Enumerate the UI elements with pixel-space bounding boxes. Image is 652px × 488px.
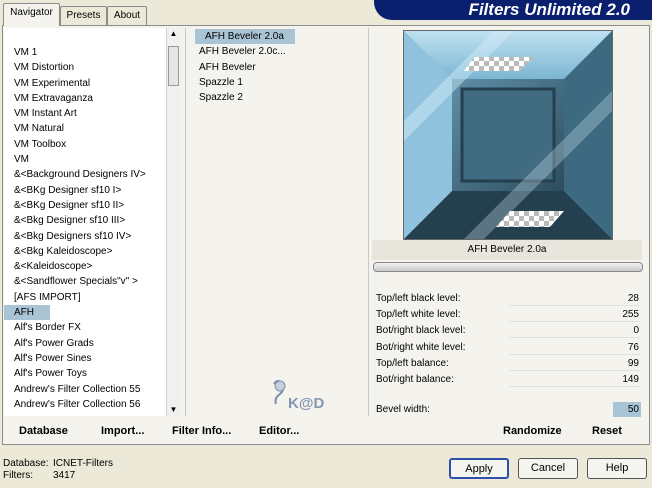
category-item[interactable]: VM Instant Art bbox=[4, 106, 166, 121]
param-label: Top/left balance: bbox=[376, 357, 449, 369]
param-label: Top/left black level: bbox=[376, 293, 461, 304]
param-label: Bot/right balance: bbox=[376, 374, 454, 385]
category-item[interactable]: &<BKg Designer sf10 II> bbox=[4, 198, 166, 213]
param-row[interactable]: Top/left black level: 28 bbox=[373, 291, 641, 306]
category-item[interactable]: VM 1 bbox=[4, 45, 166, 60]
category-list[interactable]: VM 1 VM Distortion VM Experimental VM Extra… bbox=[4, 28, 166, 416]
category-item[interactable]: &<Bkg Designers sf10 IV> bbox=[4, 229, 166, 244]
category-item[interactable]: VM Distortion bbox=[4, 60, 166, 75]
category-scrollbar[interactable]: ▲ ▼ bbox=[166, 28, 181, 416]
param-value[interactable]: 255 bbox=[622, 307, 639, 322]
database-button[interactable]: Database bbox=[19, 425, 68, 437]
category-item[interactable]: [AFS IMPORT] bbox=[4, 290, 166, 305]
filter-item[interactable]: AFH Beveler 2.0c... bbox=[195, 44, 365, 59]
tab-navigator[interactable]: Navigator bbox=[3, 3, 60, 26]
param-value[interactable]: 0 bbox=[633, 323, 639, 338]
filter-item[interactable]: AFH Beveler 2.0a bbox=[195, 29, 295, 45]
param-row[interactable]: Top/left white level: 255 bbox=[373, 307, 641, 323]
status-database-label: Database: bbox=[3, 458, 49, 469]
param-slider-track[interactable] bbox=[509, 369, 641, 371]
category-item[interactable]: VM Experimental bbox=[4, 76, 166, 91]
param-row[interactable]: Bot/right white level: 76 bbox=[373, 340, 641, 355]
category-item[interactable]: &<Sandflower Specials"v" > bbox=[4, 274, 166, 289]
param-slider-track[interactable] bbox=[509, 337, 641, 339]
scroll-down-icon[interactable]: ▼ bbox=[167, 404, 180, 416]
category-item[interactable]: &<Background Designers IV> bbox=[4, 167, 166, 182]
param-slider-track[interactable] bbox=[509, 305, 641, 306]
category-item[interactable]: Alf's Power Sines bbox=[4, 351, 166, 366]
status-filters-value: 3417 bbox=[53, 470, 76, 481]
param-label: Bot/right black level: bbox=[376, 325, 466, 337]
category-item[interactable]: VM Extravaganza bbox=[4, 91, 166, 106]
filter-item[interactable]: Spazzle 1 bbox=[195, 75, 365, 90]
filter-item[interactable]: Spazzle 2 bbox=[195, 90, 365, 105]
scroll-up-icon[interactable]: ▲ bbox=[167, 28, 180, 40]
param-bevel-width[interactable]: Bevel width: 50 bbox=[373, 402, 641, 417]
status-filters-label: Filters: bbox=[3, 470, 33, 481]
category-item[interactable]: &<Kaleidoscope> bbox=[4, 259, 166, 274]
param-value[interactable]: 149 bbox=[622, 372, 639, 387]
category-item[interactable]: Alf's Power Grads bbox=[4, 336, 166, 351]
watermark-logo: K@D bbox=[266, 376, 341, 416]
param-slider-track[interactable] bbox=[509, 321, 641, 323]
param-label: Bevel width: bbox=[376, 404, 430, 415]
category-item[interactable]: Andrew's Filter Collection 56 bbox=[4, 397, 166, 412]
category-item[interactable]: &<Bkg Kaleidoscope> bbox=[4, 244, 166, 259]
filter-item[interactable]: AFH Beveler bbox=[195, 60, 365, 75]
preview-image bbox=[403, 30, 613, 240]
param-value[interactable]: 76 bbox=[628, 340, 639, 355]
param-slider-track[interactable] bbox=[509, 353, 641, 355]
param-value[interactable]: 28 bbox=[628, 291, 639, 306]
filter-list[interactable]: AFH Beveler 2.0a AFH Beveler 2.0c... AFH B… bbox=[195, 29, 365, 415]
tab-about[interactable]: About bbox=[107, 6, 147, 25]
category-item[interactable]: VM bbox=[4, 152, 166, 167]
app-banner: Filters Unlimited 2.0 bbox=[374, 0, 652, 20]
category-item[interactable]: Alf's Power Toys bbox=[4, 366, 166, 381]
param-row[interactable]: Top/left balance: 99 bbox=[373, 356, 641, 371]
preview-filter-name: AFH Beveler 2.0a bbox=[372, 240, 642, 260]
param-row[interactable]: Bot/right balance: 149 bbox=[373, 372, 641, 387]
param-value[interactable]: 99 bbox=[628, 356, 639, 371]
param-label: Bot/right white level: bbox=[376, 341, 466, 353]
category-item[interactable]: &<Bkg Designer sf10 III> bbox=[4, 213, 166, 228]
apply-button[interactable]: Apply bbox=[449, 458, 509, 479]
category-item[interactable]: &<BKg Designer sf10 I> bbox=[4, 183, 166, 198]
cancel-button[interactable]: Cancel bbox=[518, 458, 578, 479]
progress-bar bbox=[373, 262, 643, 272]
param-value[interactable]: 50 bbox=[613, 402, 641, 417]
tab-presets[interactable]: Presets bbox=[60, 6, 107, 25]
editor-button[interactable]: Editor... bbox=[259, 425, 299, 437]
import-button[interactable]: Import... bbox=[101, 425, 144, 437]
watermark-text: K@D bbox=[288, 395, 324, 412]
divider bbox=[185, 28, 186, 416]
help-button[interactable]: Help bbox=[587, 458, 647, 479]
category-item[interactable]: Andrew's Filter Collection 55 bbox=[4, 382, 166, 397]
param-row[interactable]: Bot/right black level: 0 bbox=[373, 323, 641, 339]
category-item[interactable]: VM Toolbox bbox=[4, 137, 166, 152]
reset-button[interactable]: Reset bbox=[592, 425, 622, 437]
filter-info-button[interactable]: Filter Info... bbox=[172, 425, 231, 437]
param-label: Top/left white level: bbox=[376, 309, 461, 321]
category-item[interactable]: AFH bbox=[4, 305, 50, 321]
param-slider-track[interactable] bbox=[509, 386, 641, 387]
scroll-thumb[interactable] bbox=[168, 46, 179, 86]
divider bbox=[368, 28, 369, 416]
category-item[interactable]: VM Natural bbox=[4, 121, 166, 136]
randomize-button[interactable]: Randomize bbox=[503, 425, 562, 437]
status-database-value: ICNET-Filters bbox=[53, 458, 113, 469]
category-item[interactable]: Alf's Border FX bbox=[4, 320, 166, 335]
